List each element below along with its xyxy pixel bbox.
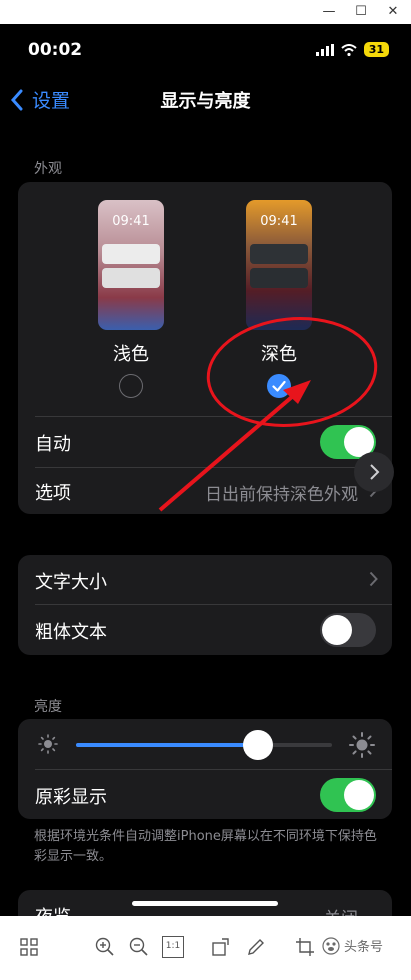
watermark-text: 头条号 [344,940,384,955]
true-tone-row: 原彩显示 [18,770,392,819]
home-indicator [132,901,278,906]
chevron-right-icon [370,464,380,480]
true-tone-toggle[interactable] [320,778,376,812]
zoom-out-icon[interactable] [128,936,150,958]
light-mode-label: 浅色 [113,344,149,365]
preview-notification [102,244,160,264]
rotate-icon[interactable] [210,936,232,958]
preview-notification [102,268,160,288]
chevron-right-icon [369,571,378,587]
dark-radio[interactable] [267,374,291,398]
close-icon[interactable]: ✕ [384,3,402,21]
maximize-icon[interactable]: ☐ [352,3,370,21]
text-size-row[interactable]: 文字大小 [18,555,392,605]
text-size-label: 文字大小 [35,572,107,593]
brightness-row [18,719,392,769]
viewer-toolbar: 1:1 头条号 [0,916,411,980]
next-page-button[interactable] [354,452,394,492]
brightness-fill [76,743,258,747]
auto-label: 自动 [35,434,71,455]
dark-mode-label: 深色 [261,344,297,365]
watermark-logo: 头条号 [322,936,383,955]
appearance-header: 外观 [34,161,62,177]
night-shift-label: 夜览 [35,903,71,916]
window-titlebar: — ☐ ✕ [0,0,411,24]
status-icons: 31 [315,42,389,57]
battery-badge: 31 [363,42,389,57]
minimize-icon[interactable]: — [320,3,338,21]
light-preview[interactable]: 09:41 [98,200,164,330]
preview-notification [250,268,308,288]
actual-size-button[interactable]: 1:1 [162,936,184,958]
crop-icon[interactable] [294,936,316,958]
dark-preview-time: 09:41 [260,214,298,229]
auto-row: 自动 [18,417,392,467]
appearance-group: 09:41 09:41 浅色 深色 自动 选项 日出前保持深色外观 [18,182,392,514]
phone-screen: 00:02 31 设置 显示与亮度 外观 09:41 09:41 浅色 深色 自… [0,24,411,916]
bold-text-toggle[interactable] [320,613,376,647]
checkmark-icon [272,380,286,392]
sun-small-icon [38,734,58,754]
options-label: 选项 [35,483,71,504]
status-time: 00:02 [28,40,83,60]
light-preview-time: 09:41 [112,214,150,229]
options-value: 日出前保持深色外观 [205,485,358,505]
page-title: 显示与亮度 [160,91,251,112]
brightness-slider-handle[interactable] [242,730,273,760]
grid-icon[interactable] [18,936,40,958]
sun-large-icon [349,732,375,758]
wifi-icon [341,43,357,56]
bold-text-row: 粗体文本 [18,605,392,655]
dark-preview[interactable]: 09:41 [246,200,312,330]
viewer-window: — ☐ ✕ 00:02 31 设置 显示与亮度 外观 09:41 09:41 浅… [0,0,411,980]
bold-text-label: 粗体文本 [35,622,107,643]
night-shift-value: 关闭 [324,904,358,916]
text-group: 文字大小 粗体文本 [18,555,392,655]
true-tone-footnote: 根据环境光条件自动调整iPhone屏幕以在不同环境下保持色彩显示一致。 [34,829,377,864]
true-tone-label: 原彩显示 [35,787,107,808]
signal-icon [315,43,334,56]
brightness-group: 原彩显示 [18,719,392,819]
edit-icon[interactable] [245,936,267,958]
zoom-in-icon[interactable] [94,936,116,958]
brightness-header: 亮度 [34,699,62,715]
light-radio[interactable] [119,374,143,398]
options-row[interactable]: 选项 日出前保持深色外观 [18,466,392,514]
preview-notification [250,244,308,264]
paw-icon [322,936,340,955]
